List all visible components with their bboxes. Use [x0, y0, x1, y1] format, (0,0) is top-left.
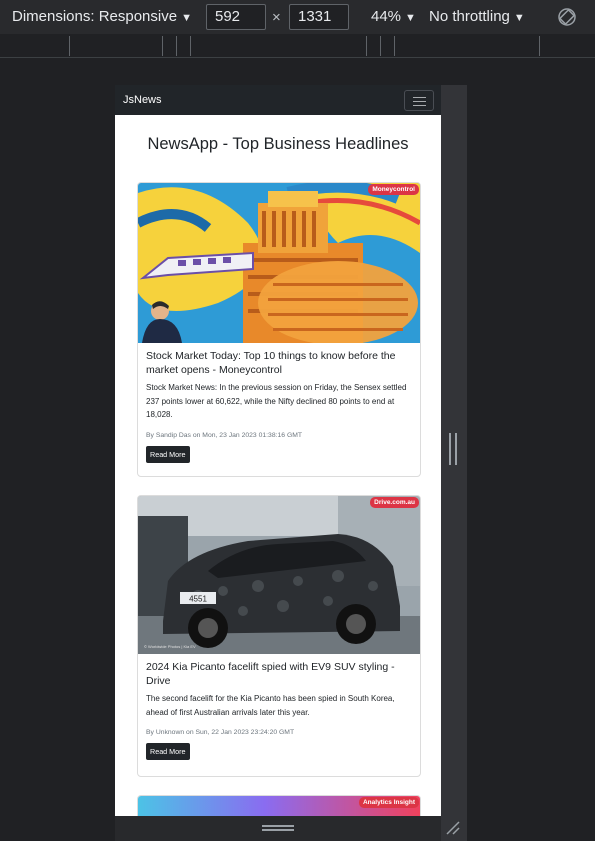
page-title: NewsApp - Top Business Headlines	[147, 135, 409, 153]
throttling-dropdown[interactable]: No throttling ▼	[429, 8, 525, 25]
chevron-down-icon: ▼	[181, 12, 192, 24]
devtools-device-toolbar: Dimensions: Responsive ▼ 592 × 1331 44% ▼ …	[0, 0, 595, 34]
times-separator: ×	[272, 9, 281, 26]
article-description: The second facelift for the Kia Picanto …	[146, 694, 395, 717]
article-title: Stock Market Today: Top 10 things to kno…	[146, 350, 396, 376]
photo-credit: © Worldwide Photos | Kia EV	[144, 644, 196, 649]
resize-handle-bottom[interactable]	[262, 825, 294, 831]
media-query-ruler	[0, 34, 595, 58]
article-image: Analytics Insight	[138, 796, 420, 816]
zoom-dropdown[interactable]: 44% ▼	[371, 8, 416, 25]
news-card: Analytics Insight	[137, 795, 421, 816]
news-card: 4551 © Worldwide Photos | Kia EV Drive.c…	[137, 495, 421, 777]
page-viewport: JsNews NewsApp - Top Business Headlines	[115, 85, 441, 816]
article-meta: By Unknown on Sun, 22 Jan 2023 23:24:20 …	[146, 729, 295, 736]
read-more-button[interactable]: Read More	[146, 743, 190, 760]
navbar-brand[interactable]: JsNews	[123, 94, 162, 106]
dimensions-dropdown[interactable]: Dimensions: Responsive ▼	[12, 8, 192, 25]
rotate-icon[interactable]	[556, 6, 578, 28]
zoom-label: 44%	[371, 8, 402, 25]
chevron-down-icon: ▼	[513, 12, 525, 24]
source-badge: Drive.com.au	[370, 497, 419, 508]
article-image: 4551 © Worldwide Photos | Kia EV Drive.c…	[138, 496, 420, 654]
stock-market-illustration	[138, 183, 420, 343]
read-more-button[interactable]: Read More	[146, 445, 190, 463]
dimensions-label: Dimensions: Responsive	[12, 8, 178, 25]
navbar: JsNews	[115, 85, 441, 115]
article-image: Moneycontrol	[138, 183, 420, 343]
resize-corner-icon[interactable]	[445, 820, 461, 836]
license-plate: 4551	[189, 595, 207, 604]
throttling-label: No throttling	[429, 8, 510, 25]
navbar-toggler-button[interactable]	[404, 90, 434, 111]
camouflaged-car-photo: 4551 © Worldwide Photos | Kia EV	[138, 496, 420, 654]
article-description: Stock Market News: In the previous sessi…	[146, 383, 407, 419]
width-input[interactable]: 592	[206, 4, 266, 30]
article-meta: By Sandip Das on Mon, 23 Jan 2023 01:38:…	[146, 431, 303, 439]
article-title: 2024 Kia Picanto facelift spied with EV9…	[146, 661, 395, 687]
chevron-down-icon: ▼	[405, 12, 416, 24]
resize-handle-right[interactable]	[449, 433, 457, 465]
source-badge: Analytics Insight	[358, 797, 419, 808]
source-badge: Moneycontrol	[368, 184, 419, 195]
height-input[interactable]: 1331	[289, 4, 349, 30]
news-card: Moneycontrol Stock Market Today: Top 10 …	[137, 182, 421, 477]
